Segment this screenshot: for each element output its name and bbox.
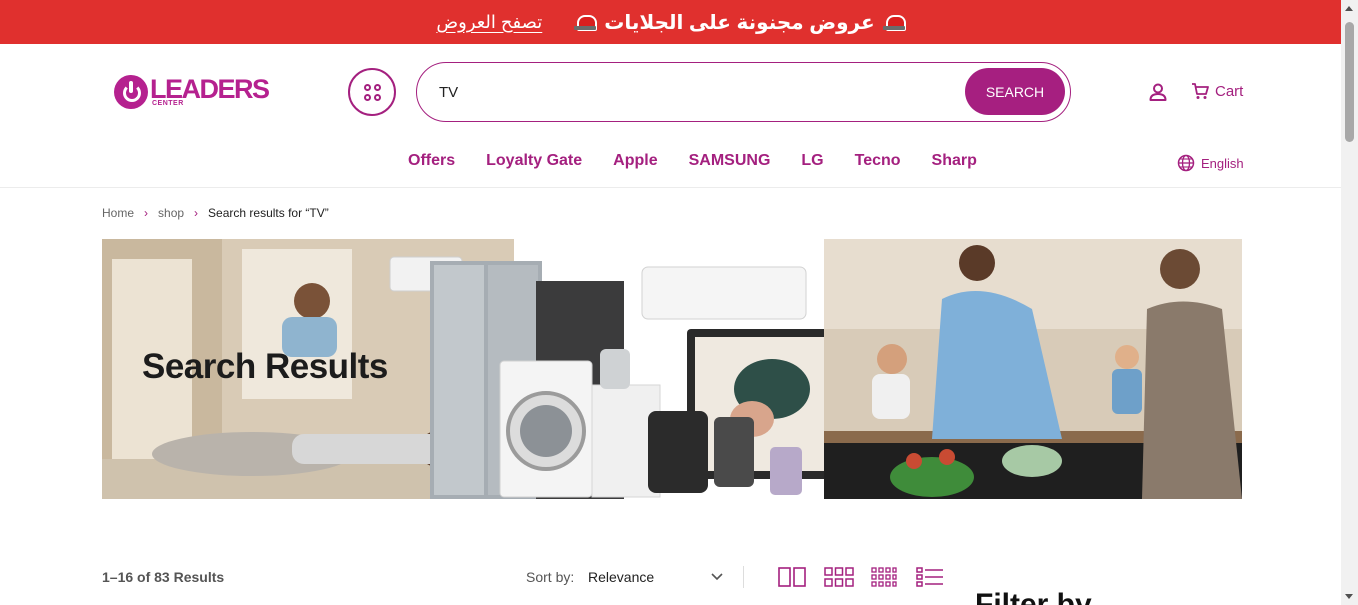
nav-item-lg[interactable]: LG	[801, 152, 823, 170]
cart-label: Cart	[1215, 82, 1244, 100]
search-bar: SEARCH	[416, 62, 1071, 122]
chevron-right-icon: ›	[194, 206, 199, 220]
banner-title: Search Results	[142, 347, 388, 386]
breadcrumb-current: Search results for “TV”	[208, 206, 329, 220]
header-divider	[0, 187, 1341, 188]
globe-icon	[1177, 154, 1195, 172]
search-button[interactable]: SEARCH	[965, 68, 1065, 115]
sort-value: Relevance	[588, 569, 655, 585]
search-input[interactable]	[439, 77, 939, 107]
main-nav: Offers Loyalty Gate Apple SAMSUNG LG Tec…	[408, 152, 977, 170]
nav-item-tecno[interactable]: Tecno	[855, 152, 901, 170]
promo-bar: عروض مجنونة على الجلايات تصفح العروض	[0, 0, 1341, 44]
leaders-logo[interactable]: LEADERS CENTER	[114, 74, 270, 110]
grid-3-view-icon[interactable]	[824, 566, 854, 588]
grid-4-view-icon[interactable]	[871, 566, 897, 588]
categories-menu-button[interactable]	[348, 68, 396, 116]
grid-2-view-icon[interactable]	[778, 566, 806, 588]
scrollbar-thumb[interactable]	[1345, 22, 1354, 142]
logo-subtext: CENTER	[152, 100, 184, 107]
breadcrumb: Home › shop › Search results for “TV”	[102, 206, 329, 220]
sort-label: Sort by:	[526, 569, 575, 585]
promo-headline-wrap: عروض مجنونة على الجلايات	[574, 10, 906, 35]
cart-button[interactable]: Cart	[1191, 82, 1243, 100]
search-results-banner: Search Results	[102, 239, 1242, 499]
nav-item-apple[interactable]: Apple	[613, 152, 657, 170]
siren-icon	[882, 14, 906, 31]
breadcrumb-home[interactable]: Home	[102, 206, 134, 220]
grid-dots-icon	[363, 83, 381, 101]
language-switcher[interactable]: English	[1177, 154, 1244, 172]
nav-item-samsung[interactable]: SAMSUNG	[689, 152, 771, 170]
promo-browse-link[interactable]: تصفح العروض	[436, 12, 542, 33]
logo-words: LEADERS CENTER	[150, 74, 270, 110]
sort-select[interactable]: Relevance	[588, 565, 723, 589]
toolbar-separator	[743, 566, 744, 588]
page: عروض مجنونة على الجلايات تصفح العروض LEA…	[0, 0, 1358, 605]
scroll-down-arrow-icon[interactable]	[1345, 594, 1353, 599]
breadcrumb-shop[interactable]: shop	[158, 206, 184, 220]
nav-item-sharp[interactable]: Sharp	[932, 152, 977, 170]
siren-icon	[574, 14, 598, 31]
chevron-right-icon: ›	[144, 206, 149, 220]
promo-headline: عروض مجنونة على الجلايات	[604, 11, 875, 34]
page-scrollbar[interactable]	[1341, 0, 1358, 605]
nav-item-loyalty-gate[interactable]: Loyalty Gate	[486, 152, 582, 170]
scroll-up-arrow-icon[interactable]	[1345, 6, 1353, 11]
nav-item-offers[interactable]: Offers	[408, 152, 455, 170]
filter-by-title: Filter by	[975, 588, 1092, 605]
list-view-icon[interactable]	[916, 566, 944, 588]
results-count: 1–16 of 83 Results	[102, 569, 225, 585]
cart-icon	[1192, 83, 1209, 99]
user-account-icon[interactable]	[1148, 82, 1168, 102]
power-logo-icon	[114, 75, 148, 109]
chevron-down-icon	[711, 573, 723, 581]
language-label: English	[1201, 155, 1244, 171]
